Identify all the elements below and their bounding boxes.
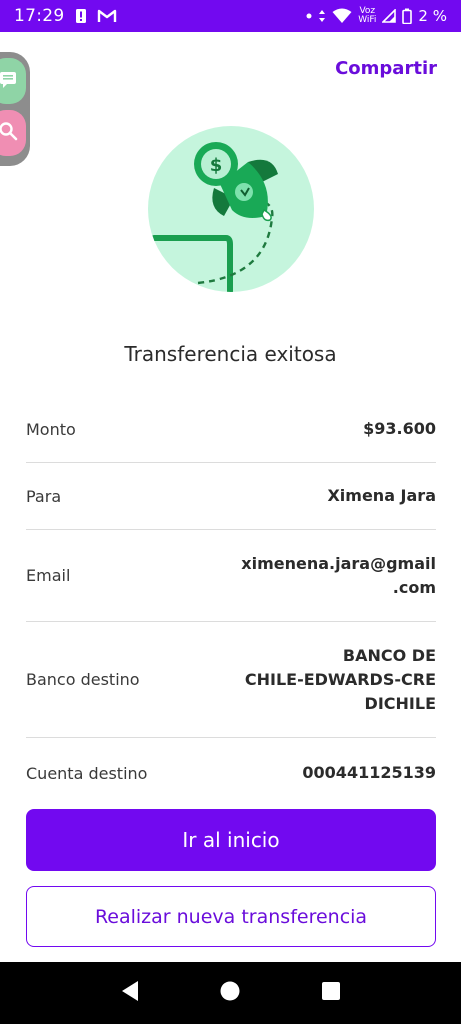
detail-row-email: Email ximenena.jara@gmail .com bbox=[26, 530, 436, 622]
signal-icon bbox=[382, 9, 397, 23]
detail-label: Para bbox=[26, 486, 62, 506]
dot-icon bbox=[306, 13, 312, 19]
message-widget-button[interactable] bbox=[0, 58, 26, 104]
detail-row-account: Cuenta destino 000441125139 bbox=[26, 738, 436, 808]
battery-percent: 2 % bbox=[418, 7, 447, 25]
status-time: 17:29 bbox=[14, 6, 65, 26]
svg-text:$: $ bbox=[210, 155, 223, 176]
detail-label: Cuenta destino bbox=[26, 763, 148, 783]
wifi-icon bbox=[332, 8, 352, 24]
detail-row-amount: Monto $93.600 bbox=[26, 396, 436, 463]
detail-row-bank: Banco destino BANCO DE CHILE-EDWARDS-CRE… bbox=[26, 622, 436, 738]
message-icon bbox=[0, 69, 18, 93]
share-link[interactable]: Compartir bbox=[335, 58, 437, 79]
detail-value: $93.600 bbox=[363, 419, 436, 438]
recents-icon bbox=[321, 981, 341, 1005]
detail-row-recipient: Para Ximena Jara bbox=[26, 463, 436, 530]
home-button[interactable] bbox=[210, 973, 250, 1013]
detail-value: Ximena Jara bbox=[327, 486, 436, 505]
go-home-button[interactable]: Ir al inicio bbox=[26, 809, 436, 871]
home-icon bbox=[219, 980, 241, 1006]
recents-button[interactable] bbox=[311, 973, 351, 1013]
success-illustration: $ bbox=[148, 126, 314, 292]
rocket-icon: $ bbox=[148, 126, 314, 292]
back-icon bbox=[120, 980, 140, 1006]
voz-wifi-indicator: Voz WiFi bbox=[358, 7, 376, 25]
wifi-label: WiFi bbox=[358, 15, 377, 25]
gmail-icon bbox=[97, 9, 117, 23]
search-icon bbox=[0, 121, 18, 145]
detail-value: BANCO DE CHILE-EDWARDS-CRE DICHILE bbox=[244, 645, 436, 713]
status-bar: 17:29 Voz WiFi 2 % bbox=[0, 0, 461, 32]
search-widget-button[interactable] bbox=[0, 110, 26, 156]
detail-label: Banco destino bbox=[26, 670, 140, 689]
alert-icon bbox=[75, 8, 87, 24]
transfer-details: Monto $93.600 Para Ximena Jara Email xim… bbox=[26, 396, 436, 808]
battery-icon bbox=[402, 8, 413, 24]
detail-label: Monto bbox=[26, 419, 76, 439]
back-button[interactable] bbox=[110, 973, 150, 1013]
detail-value: 000441125139 bbox=[302, 763, 436, 782]
detail-label: Email bbox=[26, 566, 71, 585]
page-title: Transferencia exitosa bbox=[124, 342, 337, 366]
new-transfer-button[interactable]: Realizar nueva transferencia bbox=[26, 886, 436, 947]
detail-value: ximenena.jara@gmail .com bbox=[241, 553, 436, 597]
system-nav-bar bbox=[0, 962, 461, 1024]
floating-widget[interactable] bbox=[0, 52, 30, 166]
data-arrows-icon bbox=[318, 9, 326, 23]
